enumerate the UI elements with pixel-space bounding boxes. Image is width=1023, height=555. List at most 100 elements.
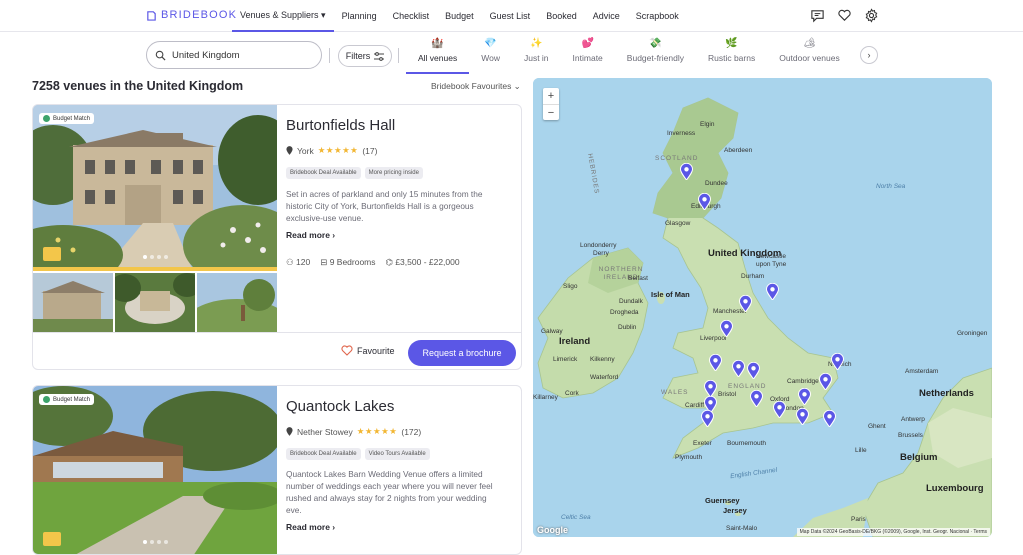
venue-pin-icon[interactable] (766, 283, 779, 300)
google-logo: Google (537, 525, 568, 535)
venue-pin-icon[interactable] (698, 193, 711, 210)
map-label: Groningen (957, 330, 988, 337)
tab-label: Wow (481, 53, 500, 63)
tab-budget-friendly[interactable]: 💸 Budget-friendly (615, 38, 696, 74)
map-label: Kilkenny (590, 356, 615, 363)
capacity: ⚇ 120 (286, 257, 311, 267)
venue-pin-icon[interactable] (732, 360, 745, 377)
map-label: Aberdeen (724, 147, 753, 154)
read-more-link[interactable]: Read more › (286, 230, 335, 240)
sort-dropdown[interactable]: Bridebook Favourites ⌄ (431, 81, 521, 92)
venue-pin-icon[interactable] (704, 380, 717, 397)
nav-checklist[interactable]: Checklist (385, 0, 438, 32)
review-count: (172) (401, 426, 422, 437)
tag-deal: Bridebook Deal Available (286, 448, 361, 460)
carousel-dots[interactable] (143, 540, 168, 544)
venue-pin-icon[interactable] (680, 163, 693, 180)
map-attribution[interactable]: Map Data ©2024 GeoBasis-DE/BKG (©2009), … (796, 528, 990, 536)
nav-scrapbook[interactable]: Scrapbook (628, 0, 687, 32)
diamond-icon: 💎 (484, 38, 497, 49)
venue-card[interactable]: Budget Match Quantock Lakes Nether Stowe… (32, 385, 522, 555)
bedrooms: ⊟ 9 Bedrooms (320, 257, 376, 267)
tab-label: Budget-friendly (626, 53, 684, 63)
heart-icon[interactable] (837, 8, 852, 23)
map-label: Elgin (700, 121, 715, 128)
tab-label: All venues (418, 53, 458, 63)
star-rating: ★★★★★ (356, 426, 398, 436)
tab-just-in[interactable]: ✨ Just in (512, 38, 561, 74)
venue-pin-icon[interactable] (796, 408, 809, 425)
zoom-in-button[interactable]: + (543, 88, 559, 104)
tab-rustic-barns[interactable]: 🌿 Rustic barns (696, 38, 767, 74)
map-label: Isle of Man (651, 290, 690, 299)
venue-location: York (297, 145, 314, 156)
venue-photo[interactable]: Budget Match (33, 386, 277, 554)
request-brochure-button[interactable]: Request a brochure (408, 340, 516, 366)
venue-pin-icon[interactable] (819, 373, 832, 390)
venue-pin-icon[interactable] (773, 401, 786, 418)
venue-stats: ⚇ 120 ⊟ 9 Bedrooms ⌬ £3,500 - £22,000 (286, 257, 460, 268)
venue-pin-icon[interactable] (747, 362, 760, 379)
nav-venues-suppliers[interactable]: Venues & Suppliers ▾ (232, 0, 334, 32)
nav-advice[interactable]: Advice (585, 0, 628, 32)
nav-booked[interactable]: Booked (538, 0, 585, 32)
venue-description: Quantock Lakes Barn Wedding Venue offers… (286, 469, 493, 515)
map-label: Dundee (705, 180, 728, 187)
filters-button[interactable]: Filters (338, 45, 392, 67)
venue-card[interactable]: Budget Match Burtonfields Hall York ★★★★… (32, 104, 522, 370)
nav-guest-list[interactable]: Guest List (482, 0, 539, 32)
venue-location-rating: York ★★★★★ (17) (286, 145, 377, 156)
venue-pin-icon[interactable] (709, 354, 722, 371)
thumbnail[interactable] (33, 273, 113, 332)
budget-match-badge: Budget Match (39, 113, 95, 124)
tent-icon: 🏕 (803, 38, 816, 49)
venue-pin-icon[interactable] (831, 353, 844, 370)
tab-intimate[interactable]: 💕 Intimate (561, 38, 615, 74)
venue-pin-icon[interactable] (720, 320, 733, 337)
venue-pin-icon[interactable] (823, 410, 836, 427)
venue-pin-icon[interactable] (750, 390, 763, 407)
venue-photo[interactable]: Budget Match (33, 105, 277, 271)
check-icon (43, 396, 50, 403)
favourite-button[interactable]: Favourite (341, 345, 395, 356)
tag-video: Video Tours Available (364, 448, 430, 460)
location-pin-icon (286, 146, 293, 155)
map-label: Plymouth (675, 454, 703, 461)
chevron-right-icon[interactable]: › (860, 46, 878, 64)
venues-map[interactable]: + − United Kingdom Ireland Isle of Man N… (533, 78, 992, 537)
location-pin-icon (286, 427, 293, 436)
photo-thumbnails (33, 273, 277, 332)
venue-name[interactable]: Quantock Lakes (286, 398, 394, 415)
map-label: Brussels (898, 432, 923, 439)
thumbnail[interactable] (197, 273, 277, 332)
map-label: Belgium (900, 452, 938, 463)
map-label: Bournemouth (727, 440, 767, 447)
venue-pin-icon[interactable] (739, 295, 752, 312)
divider (398, 48, 399, 63)
zoom-out-button[interactable]: − (543, 104, 559, 120)
carousel-dots[interactable] (143, 255, 168, 259)
map-label: Sligo (563, 283, 578, 290)
venue-pin-icon[interactable] (701, 410, 714, 427)
map-label: Drogheda (610, 309, 639, 316)
venue-name[interactable]: Burtonfields Hall (286, 117, 395, 134)
thumbnail[interactable] (115, 273, 195, 332)
budget-match-badge: Budget Match (39, 394, 95, 405)
bridebook-logo[interactable]: BRIDEBOOK (146, 9, 237, 21)
heart-icon (341, 345, 353, 356)
venue-pin-icon[interactable] (798, 388, 811, 405)
nav-planning[interactable]: Planning (334, 0, 385, 32)
tab-all-venues[interactable]: 🏰 All venues (406, 38, 470, 74)
map-label: WALES (661, 389, 689, 396)
location-search[interactable] (146, 41, 322, 69)
tab-outdoor-venues[interactable]: 🏕 Outdoor venues (767, 38, 851, 74)
settings-icon[interactable] (864, 8, 879, 23)
nav-budget[interactable]: Budget (437, 0, 482, 32)
card-actions: Favourite Request a brochure (33, 332, 521, 369)
search-input[interactable] (172, 49, 312, 61)
badge-label: Budget Match (53, 115, 91, 122)
tab-wow[interactable]: 💎 Wow (469, 38, 512, 74)
chat-icon[interactable] (810, 8, 825, 23)
map-label: Dublin (618, 324, 637, 331)
read-more-link[interactable]: Read more › (286, 522, 335, 532)
